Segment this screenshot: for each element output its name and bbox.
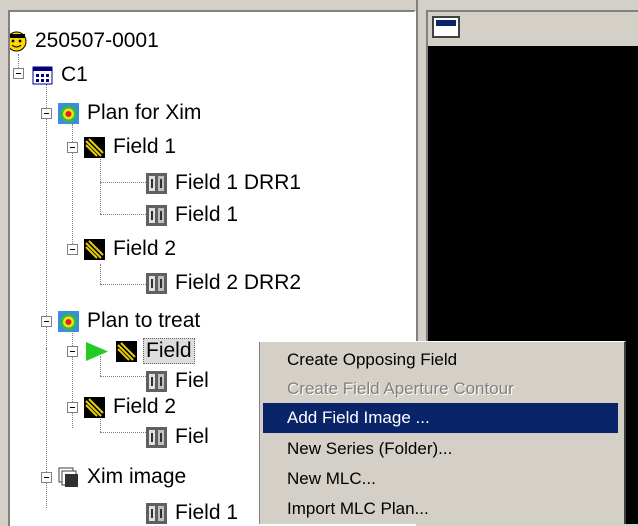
- tree-line: [100, 152, 101, 214]
- tree-line: [100, 214, 148, 215]
- patient-face-icon: [10, 31, 27, 52]
- plan-dose-icon: [58, 102, 79, 124]
- plan-dose-icon: [58, 310, 79, 332]
- collapse-toggle[interactable]: [13, 68, 24, 79]
- tree-line: [100, 284, 148, 285]
- tree-node-field[interactable]: Field 2: [84, 236, 178, 262]
- image-folder-icon: [58, 467, 79, 488]
- tree-node-image[interactable]: Field 2 DRR2: [146, 270, 303, 296]
- menu-item-create-field-aperture-contour: Create Field Aperture Contour: [287, 379, 514, 398]
- image-label: Fiel: [175, 425, 209, 448]
- tree-line: [100, 376, 148, 377]
- patient-id-label: 250507-0001: [35, 29, 159, 52]
- menu-item-new-mlc[interactable]: New MLC...: [263, 464, 618, 494]
- tree-node-image[interactable]: Fiel: [146, 368, 211, 394]
- tree-node-image[interactable]: Field 1 DRR1: [146, 170, 303, 196]
- menu-item-new-series-folder[interactable]: New Series (Folder)...: [263, 434, 618, 464]
- drr-image-icon: [146, 426, 167, 448]
- collapse-toggle[interactable]: [67, 142, 78, 153]
- collapse-toggle[interactable]: [67, 244, 78, 255]
- tree-node-image[interactable]: Fiel: [146, 424, 211, 450]
- tree-node-image[interactable]: Field 1: [146, 500, 240, 526]
- image-label: Field 2 DRR2: [175, 271, 302, 294]
- menu-item-add-field-image[interactable]: Add Field Image ...: [263, 403, 618, 433]
- drr-image-icon: [146, 172, 167, 194]
- field-label: Field 2: [113, 395, 177, 418]
- plan-label: Plan for Xim: [87, 101, 202, 124]
- drr-image-icon: [146, 502, 167, 524]
- field-label: Field: [143, 338, 195, 364]
- collapse-toggle[interactable]: [41, 316, 52, 327]
- field-beam-icon: [84, 136, 105, 158]
- tree-line: [100, 432, 148, 433]
- green-arrow-icon: [84, 341, 110, 362]
- tree-line: [100, 182, 148, 183]
- xim-images-label: Xim image: [87, 465, 187, 488]
- drr-image-icon: [146, 204, 167, 226]
- collapse-toggle[interactable]: [67, 346, 78, 357]
- tree-node-field[interactable]: Field 1: [84, 134, 178, 160]
- tree-line: [100, 264, 101, 284]
- tree-node-xim-images[interactable]: Xim image: [58, 464, 188, 490]
- menu-item-import-mlc-plan[interactable]: Import MLC Plan...: [263, 494, 618, 524]
- tree-node-plan[interactable]: Plan to treat: [58, 308, 202, 334]
- tree-node-plan[interactable]: Plan for Xim: [58, 100, 203, 126]
- tree-node-field[interactable]: Field 2: [84, 394, 178, 420]
- tree-node-course[interactable]: C1: [32, 62, 90, 88]
- course-label: C1: [61, 63, 88, 86]
- field-beam-icon: [84, 396, 105, 418]
- drr-image-icon: [146, 370, 167, 392]
- tree-line: [46, 84, 47, 348]
- menu-item-create-opposing-field[interactable]: Create Opposing Field: [263, 345, 618, 375]
- drr-image-icon: [146, 272, 167, 294]
- tree-node-image[interactable]: Field 1: [146, 202, 240, 228]
- field-beam-icon: [84, 238, 105, 260]
- tree-node-patient[interactable]: 250507-0001: [10, 28, 161, 54]
- image-label: Field 1: [175, 501, 239, 524]
- field-label: Field 2: [113, 237, 177, 260]
- context-menu: Create Opposing Field Create Field Apert…: [258, 341, 626, 524]
- window-minimize-icon[interactable]: [432, 16, 460, 38]
- tree-node-field[interactable]: Field: [84, 338, 195, 364]
- field-beam-icon: [116, 340, 137, 362]
- image-label: Field 1 DRR1: [175, 171, 302, 194]
- calendar-icon: [32, 65, 53, 86]
- tree-line: [46, 348, 47, 508]
- tree-line: [72, 328, 73, 428]
- image-label: Fiel: [175, 369, 209, 392]
- field-label: Field 1: [113, 135, 177, 158]
- collapse-toggle[interactable]: [67, 402, 78, 413]
- collapse-toggle[interactable]: [41, 472, 52, 483]
- plan-label: Plan to treat: [87, 309, 201, 332]
- collapse-toggle[interactable]: [41, 108, 52, 119]
- image-label: Field 1: [175, 203, 239, 226]
